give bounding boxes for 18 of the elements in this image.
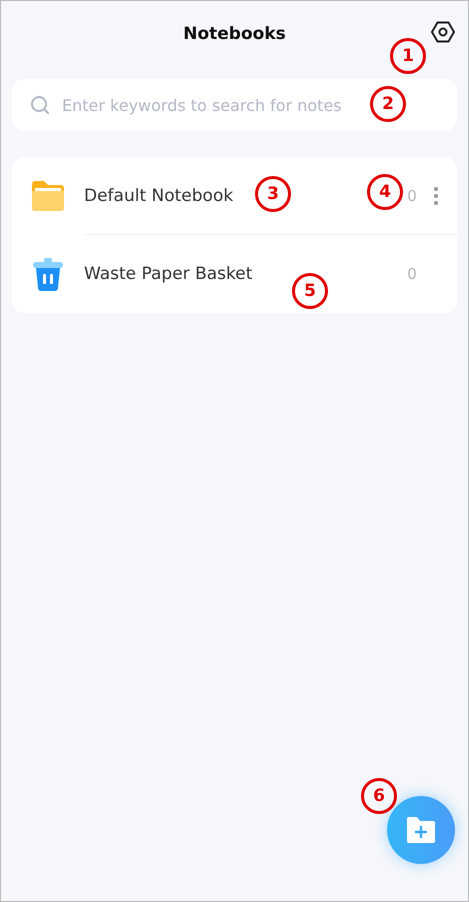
trash-icon [30,256,66,292]
callout-marker: 4 [367,174,403,210]
notebook-name[interactable]: Waste Paper Basket [84,264,252,284]
more-icon[interactable] [433,186,439,206]
add-notebook-button[interactable] [387,796,455,864]
settings-icon[interactable] [430,19,456,45]
callout-marker: 1 [390,38,426,74]
note-count: 0 [406,265,418,283]
notebook-name[interactable]: Default Notebook [84,186,234,206]
search-icon [30,95,50,115]
callout-marker: 5 [292,273,328,309]
callout-marker: 3 [255,176,291,212]
page-title: Notebooks [183,24,286,44]
callout-marker: 6 [361,778,397,814]
add-folder-icon [406,816,436,844]
folder-icon [30,180,66,212]
callout-marker: 2 [370,86,406,122]
note-count: 0 [406,187,418,205]
